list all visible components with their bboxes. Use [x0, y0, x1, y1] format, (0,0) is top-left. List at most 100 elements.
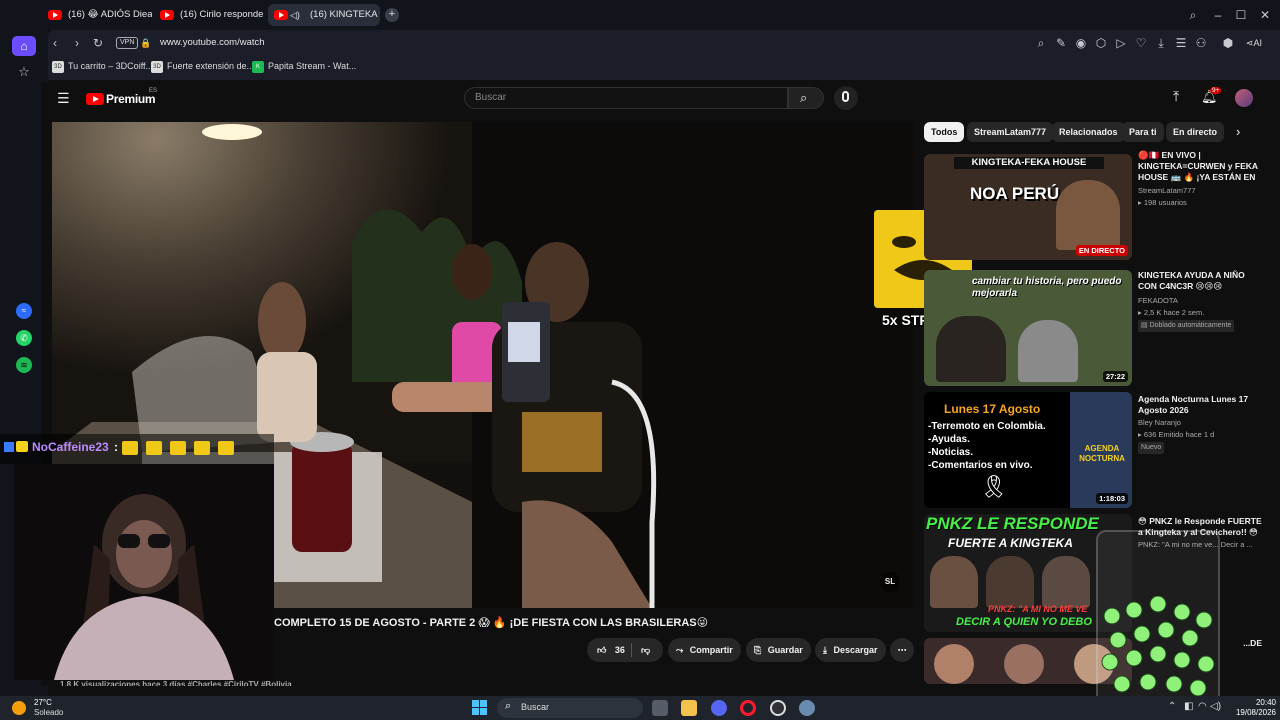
menu-icon[interactable]: ☰	[1174, 36, 1188, 50]
rec-thumb-title: KINGTEKA-FEKA HOUSE	[954, 157, 1104, 169]
more-icon: ⋯	[897, 645, 907, 655]
rec-thumb-quote: PNKZ: "A MI NO ME VE	[988, 604, 1088, 614]
clock-date: 19/08/2026	[1235, 708, 1276, 717]
play-icon[interactable]: ▷	[1114, 36, 1128, 50]
bookmark-3[interactable]: K Papita Stream - Wat...	[252, 61, 356, 73]
rec-stats-text: 636 Emitido hace 1 d	[1143, 430, 1215, 439]
thumbs-down-icon[interactable]: 👎︎	[641, 638, 650, 662]
reload-icon[interactable]: ↻	[91, 36, 105, 50]
discord-icon[interactable]	[711, 700, 727, 716]
heart-icon[interactable]: ♡	[1134, 36, 1148, 50]
hamburger-menu-icon[interactable]: ☰	[57, 90, 70, 107]
profile-icon[interactable]: ⚇	[1194, 36, 1208, 50]
task-view-icon[interactable]	[652, 700, 668, 716]
person-image	[936, 316, 1006, 382]
obs-icon[interactable]	[770, 700, 786, 716]
bookmark-1[interactable]: 3D Tu carrito – 3DCoiff...	[52, 61, 153, 73]
taskbar-search[interactable]: ⌕ Buscar	[497, 698, 643, 718]
person-image	[1042, 556, 1090, 608]
weather-widget[interactable]: 27°C Soleado	[12, 698, 82, 718]
notifications-button[interactable]: 🔔︎ 9+	[1201, 87, 1222, 107]
rec-thumbnail-2[interactable]: cambiar tu historia, pero puedo mejorarl…	[924, 270, 1132, 386]
home-icon[interactable]: ⌂	[12, 36, 36, 56]
star-icon[interactable]: ☆	[12, 64, 36, 80]
chip-streamlatam[interactable]: StreamLatam777	[967, 122, 1054, 142]
back-icon[interactable]: ‹	[48, 36, 62, 50]
volume-icon[interactable]: ◁)	[1210, 701, 1221, 712]
chip-relacionados[interactable]: Relacionados	[1052, 122, 1125, 142]
forward-icon[interactable]: ›	[70, 36, 84, 50]
rec-stats-text: 2,5 K hace 2 sem.	[1143, 308, 1205, 317]
region-code: ES	[149, 88, 158, 94]
tab-2[interactable]: (16) Cirilo responde a Ror	[154, 4, 266, 26]
search-input[interactable]: Buscar	[464, 87, 788, 109]
confetti-shape-icon	[1101, 595, 1215, 697]
zoom-icon[interactable]: ⌕	[1034, 36, 1048, 50]
video-description-line: 1,8 K visualizaciones hace 3 días #Charl…	[60, 680, 292, 686]
share-button[interactable]: ⤳ Compartir	[668, 638, 741, 662]
upload-icon[interactable]: ⤒	[1173, 88, 1179, 105]
rec-thumbnail-1[interactable]: KINGTEKA-FEKA HOUSE NOA PERÚ EN DIRECTO	[924, 154, 1132, 260]
search-button[interactable]: ⌕	[788, 87, 824, 109]
whatsapp-icon[interactable]: ✆	[16, 330, 32, 346]
voice-search-button[interactable]	[834, 86, 858, 110]
rec-title-2[interactable]: KINGTEKA AYUDA A NIÑO CON C4NC3R 😢😢😢	[1138, 270, 1262, 292]
bookmark-2[interactable]: 3D Fuerte extensión de...	[151, 61, 254, 73]
tray-chevron-icon[interactable]: ⌃	[1168, 701, 1176, 712]
avatar[interactable]	[1235, 89, 1253, 107]
tab-1[interactable]: (16) 😂 ADIÓS Diealis ¡FE	[42, 4, 152, 26]
opera-icon[interactable]	[740, 700, 756, 716]
adblock-icon[interactable]: ⬡	[1094, 36, 1108, 50]
speaker-icon[interactable]: ◁)	[290, 4, 300, 26]
rec-title-3[interactable]: Agenda Nocturna Lunes 17 Agosto 2026	[1138, 394, 1262, 416]
live-badge: EN DIRECTO	[1075, 245, 1128, 256]
tray-app-icon[interactable]: ◧	[1184, 701, 1193, 712]
vpn-badge[interactable]: VPN	[116, 37, 139, 49]
rec-extra-3: Nuevo	[1138, 442, 1268, 454]
rec-thumb-line: -Terremoto en Colombia.	[928, 421, 1046, 432]
chip-en-directo[interactable]: En directo	[1166, 122, 1225, 142]
minimize-icon[interactable]: –	[1211, 8, 1225, 22]
settings-icon[interactable]	[799, 700, 815, 716]
save-button[interactable]: ⎘ Guardar	[746, 638, 811, 662]
clock[interactable]: 20:40 19/08/2026	[1226, 698, 1276, 718]
messenger-icon[interactable]: ≈	[16, 303, 32, 319]
download-icon[interactable]: ⤓	[1154, 36, 1168, 50]
lock-icon: 🔒	[140, 38, 152, 48]
rec-stats-3: ▸ 636 Emitido hace 1 d	[1138, 430, 1268, 440]
weather-temp: 27°C	[34, 698, 52, 707]
new-badge: Nuevo	[1138, 442, 1165, 454]
rec-channel-1[interactable]: StreamLatam777	[1138, 186, 1268, 196]
rec-thumb-subtitle: FUERTE A KINGTEKA	[948, 536, 1073, 550]
like-button[interactable]: 👍︎ 36 👎︎	[587, 638, 663, 662]
youtube-favicon-icon	[160, 10, 174, 20]
rec-channel-3[interactable]: Bley Naranjo	[1138, 418, 1268, 428]
search-tabs-icon[interactable]: ⌕	[1186, 8, 1200, 22]
spotify-icon[interactable]: ≋	[16, 357, 32, 373]
edit-icon[interactable]: ✎	[1054, 36, 1068, 50]
more-actions-button[interactable]: ⋯	[890, 638, 914, 662]
extension-icon[interactable]: ⬢	[1221, 36, 1235, 50]
search-icon: ⌕	[800, 90, 808, 105]
rec-title-1[interactable]: 🔴🇵🇪 EN VIVO | KINGTEKA=CURWEN y FEKA HOU…	[1138, 150, 1262, 183]
chip-para-ti[interactable]: Para ti	[1122, 122, 1164, 142]
url-field[interactable]: www.youtube.com/watch	[160, 37, 265, 48]
chevron-right-icon[interactable]: ›	[1236, 124, 1240, 139]
download-button[interactable]: ⤓ Descargar	[815, 638, 886, 662]
camera-icon[interactable]: ◉	[1074, 36, 1088, 50]
aria-ai-button[interactable]: ⋖AI	[1246, 35, 1276, 51]
rec-viewers: 198 usuarios	[1143, 198, 1187, 207]
start-button[interactable]	[472, 700, 488, 716]
chip-todos[interactable]: Todos	[924, 122, 965, 142]
close-window-icon[interactable]: ✕	[1258, 8, 1272, 22]
file-explorer-icon[interactable]	[681, 700, 697, 716]
logo-text: Premium	[106, 92, 156, 106]
rec-stats-1: ▸ 198 usuarios	[1138, 198, 1268, 208]
maximize-icon[interactable]: ☐	[1234, 8, 1248, 22]
new-tab-button[interactable]: +	[385, 8, 399, 22]
tab-3-active[interactable]: ◁) (16) KINGTEKA y F	[268, 4, 380, 26]
chat-separator: :	[114, 440, 118, 454]
rec-thumbnail-3[interactable]: Lunes 17 Agosto -Terremoto en Colombia. …	[924, 392, 1132, 508]
wifi-icon[interactable]: ◠	[1198, 701, 1207, 712]
rec-channel-2[interactable]: FEKADOTA	[1138, 296, 1268, 306]
